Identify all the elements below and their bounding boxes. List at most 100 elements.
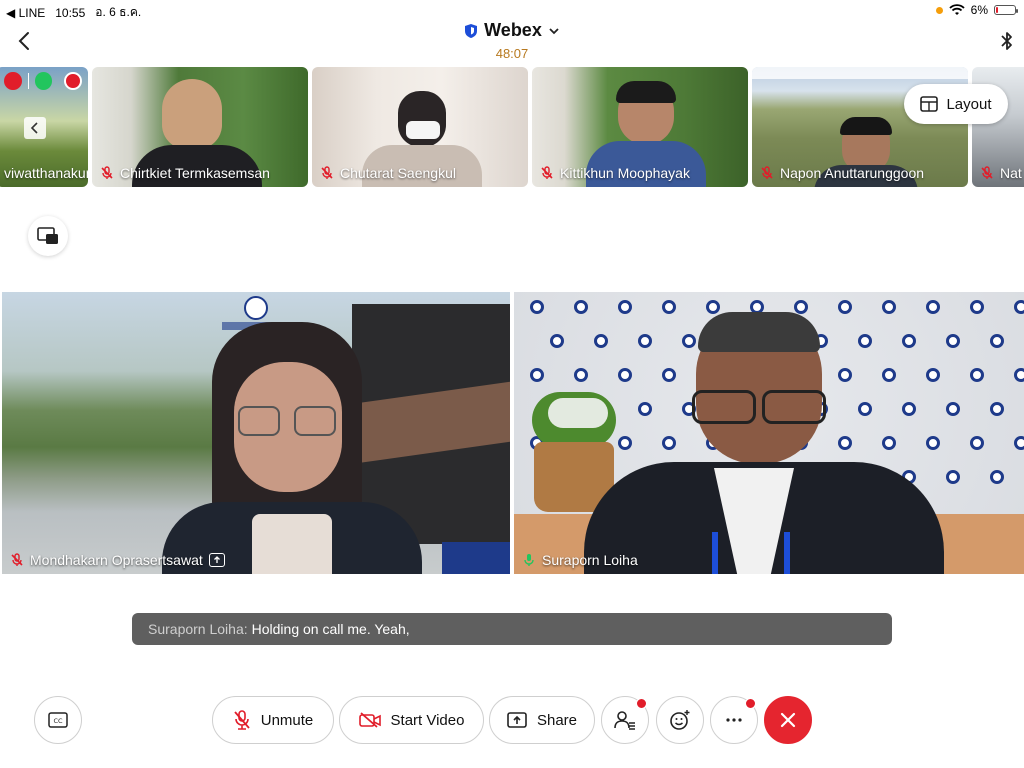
backdrop-logo	[574, 368, 588, 382]
battery-icon	[994, 5, 1018, 15]
leave-meeting-button[interactable]	[764, 696, 812, 744]
more-dots-icon	[726, 718, 742, 722]
share-icon	[507, 712, 527, 728]
backdrop-logo	[882, 300, 896, 314]
start-video-button[interactable]: Start Video	[339, 696, 484, 744]
emoji-icon	[670, 710, 690, 730]
backdrop-logo	[970, 436, 984, 450]
backdrop-logo	[990, 334, 1004, 348]
participants-icon	[614, 711, 635, 730]
participants-button[interactable]	[601, 696, 649, 744]
backdrop-logo	[618, 300, 632, 314]
caption-speaker: Suraporn Loiha:	[148, 621, 248, 637]
backdrop-logo	[530, 300, 544, 314]
backdrop-logo	[1014, 300, 1024, 314]
backdrop-logo	[990, 470, 1004, 484]
backdrop-logo	[550, 334, 564, 348]
backdrop-logo	[838, 436, 852, 450]
backdrop-logo	[926, 300, 940, 314]
meeting-header: Webex 48:07	[0, 20, 1024, 61]
backdrop-logo	[618, 368, 632, 382]
strip-previous-button[interactable]	[24, 117, 46, 139]
notification-badge	[745, 698, 756, 709]
wifi-icon	[949, 4, 965, 15]
backdrop-logo	[706, 300, 720, 314]
battery-percent: 6%	[970, 3, 988, 17]
chevron-down-icon	[549, 27, 559, 34]
svg-text:CC: CC	[53, 717, 63, 725]
mic-in-use-indicator	[935, 6, 943, 14]
backdrop-logo	[682, 334, 696, 348]
participant-name: Kittikhun Moophayak	[560, 165, 690, 181]
reactions-button[interactable]	[656, 696, 704, 744]
participant-name: Suraporn Loiha	[542, 552, 638, 568]
backdrop-logo	[946, 470, 960, 484]
backdrop-logo	[970, 368, 984, 382]
backdrop-logo	[946, 334, 960, 348]
closed-caption-bar: Suraporn Loiha: Holding on call me. Yeah…	[132, 613, 892, 645]
active-mic-icon	[524, 554, 534, 566]
video-off-icon	[358, 712, 381, 728]
start-video-label: Start Video	[390, 711, 465, 729]
backdrop-logo	[618, 436, 632, 450]
backdrop-logo	[926, 436, 940, 450]
layout-button[interactable]: Layout	[904, 84, 1008, 124]
backdrop-logo	[1014, 436, 1024, 450]
backdrop-logo	[858, 402, 872, 416]
webex-meeting-screen: ◀ LINE 10:55 อ. 6 ธ.ค. 6% Webex 48:07 vi…	[0, 0, 1024, 768]
backdrop-logo	[970, 300, 984, 314]
muted-mic-icon	[101, 166, 113, 179]
backdrop-logo	[882, 436, 896, 450]
close-icon	[780, 712, 796, 728]
share-button[interactable]: Share	[489, 696, 595, 744]
participant-thumbnail[interactable]: Chirtkiet Termkasemsan	[92, 67, 308, 187]
backdrop-logo	[990, 402, 1004, 416]
layout-icon	[920, 96, 939, 112]
backdrop-logo	[530, 368, 544, 382]
unmute-label: Unmute	[260, 711, 314, 729]
picture-in-picture-icon	[37, 227, 58, 244]
backdrop-logo	[662, 300, 676, 314]
share-label: Share	[536, 711, 578, 729]
participant-name: Chirtkiet Termkasemsan	[120, 165, 270, 181]
muted-mic-icon	[761, 166, 773, 179]
participant-thumbnail[interactable]: Kittikhun Moophayak	[532, 67, 748, 187]
meeting-title-button[interactable]: Webex	[464, 20, 560, 41]
main-video-tile[interactable]: Suraporn Loiha	[514, 292, 1024, 574]
backdrop-logo	[794, 300, 808, 314]
backdrop-logo	[926, 368, 940, 382]
muted-mic-icon	[981, 166, 993, 179]
participant-name: viwatthanakun	[4, 165, 88, 181]
backdrop-logo	[662, 436, 676, 450]
participant-name: Mondhakarn Oprasertsawat	[30, 552, 203, 568]
participant-thumbnail[interactable]: Chutarat Saengkul	[312, 67, 528, 187]
backdrop-logo	[902, 334, 916, 348]
picture-in-picture-button[interactable]	[28, 216, 68, 256]
participant-name: Chutarat Saengkul	[340, 165, 456, 181]
sharing-icon	[208, 553, 225, 567]
unmute-button[interactable]: Unmute	[212, 696, 334, 744]
backdrop-logo	[574, 300, 588, 314]
status-time: 10:55	[55, 5, 86, 20]
backdrop-logo	[946, 402, 960, 416]
backdrop-logo	[902, 402, 916, 416]
muted-mic-icon	[321, 166, 333, 179]
closed-captions-button[interactable]: CC	[34, 696, 82, 744]
caption-text: Holding on call me. Yeah,	[251, 621, 410, 637]
bluetooth-icon[interactable]	[998, 30, 1016, 52]
muted-mic-icon	[11, 553, 23, 566]
meeting-title: Webex	[484, 20, 542, 40]
muted-mic-icon	[541, 166, 553, 179]
backdrop-logo	[638, 334, 652, 348]
back-to-line-link[interactable]: ◀ LINE	[6, 6, 45, 20]
backdrop-logo	[838, 300, 852, 314]
more-options-button[interactable]	[710, 696, 758, 744]
participant-name: Nat	[1000, 165, 1022, 181]
chevron-left-icon	[30, 122, 38, 134]
closed-captions-icon: CC	[48, 712, 68, 728]
backdrop-logo	[638, 402, 652, 416]
participant-strip[interactable]: viwatthanakun Chirtkiet Termkasemsan Chu…	[0, 67, 1024, 187]
backdrop-logo	[662, 368, 676, 382]
backdrop-logo	[858, 334, 872, 348]
main-video-tile[interactable]: Mondhakarn Oprasertsawat	[2, 292, 510, 574]
